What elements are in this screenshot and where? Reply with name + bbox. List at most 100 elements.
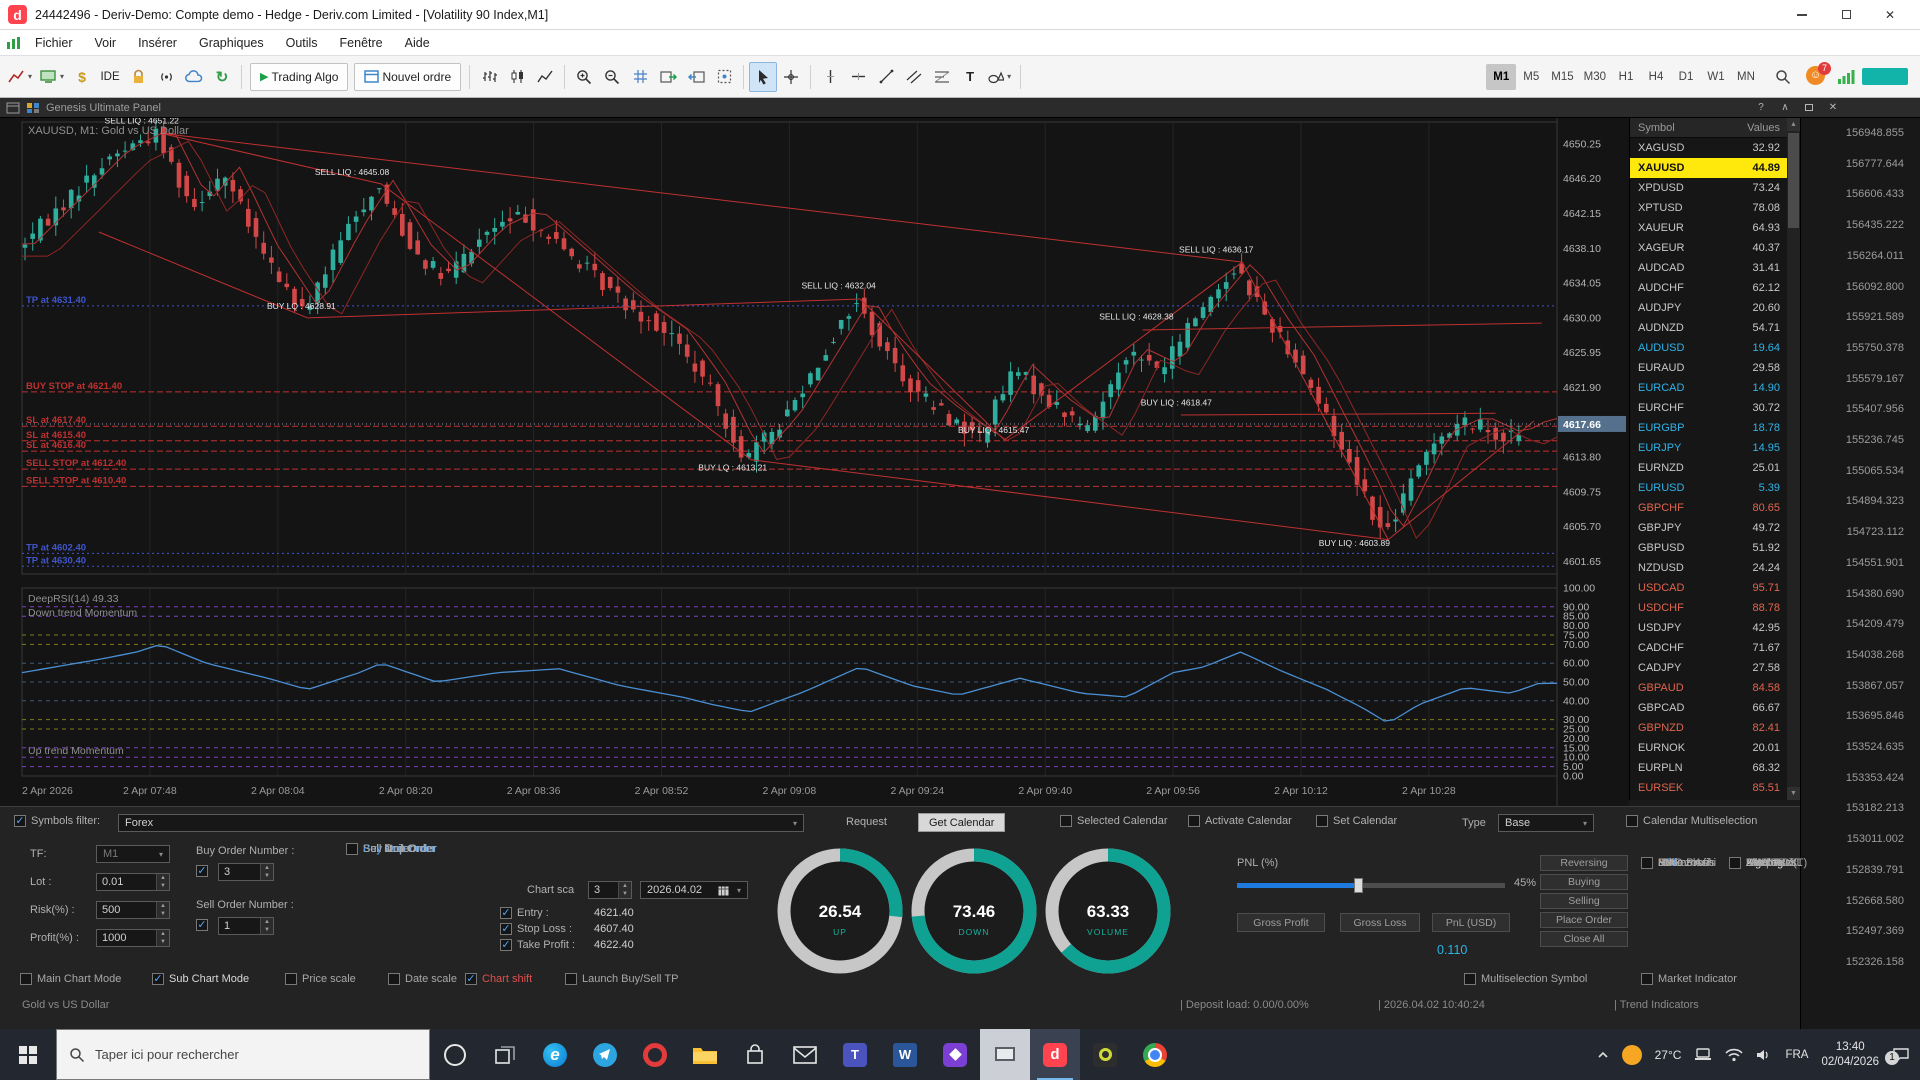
profiles-button[interactable]: ▾ [36, 62, 68, 92]
timeframe-button-W1[interactable]: W1 [1701, 64, 1731, 90]
taskbar-app-snip-tool-icon[interactable] [980, 1029, 1030, 1080]
weather-icon[interactable] [1622, 1045, 1642, 1065]
get-calendar-button[interactable]: Get Calendar [918, 813, 1005, 832]
gross-loss-button[interactable]: Gross Loss [1340, 913, 1420, 932]
mode-check-main-chart-mode[interactable]: ✓Main Chart Mode [20, 973, 121, 985]
menu-item-aide[interactable]: Aide [394, 32, 441, 54]
taskbar-app-opera-icon[interactable] [630, 1029, 680, 1080]
action-button-close-all[interactable]: Close All [1540, 931, 1628, 947]
mode-check-date-scale[interactable]: ✓Date scale [388, 973, 457, 985]
lot-input[interactable]: 0.01▲▼ [96, 873, 170, 891]
mode-check-price-scale[interactable]: ✓Price scale [285, 973, 356, 985]
symbols-filter-check[interactable]: ✓Symbols filter: [14, 815, 100, 827]
crosshair-tool-button[interactable] [777, 62, 805, 92]
channel-tool-button[interactable] [900, 62, 928, 92]
type-select[interactable]: Base▾ [1498, 814, 1594, 832]
buy-order-number-input[interactable]: 3▲▼ [218, 863, 274, 881]
grid-button[interactable] [626, 62, 654, 92]
trade-field-2[interactable]: ✓Take Profit :4622.40 [500, 939, 634, 951]
watchlist-row-XAGUSD[interactable]: XAGUSD32.92 [1630, 138, 1800, 158]
gross-profit-button[interactable]: Gross Profit [1237, 913, 1325, 932]
wifi-icon[interactable] [1725, 1048, 1743, 1062]
watchlist-row-XPDUSD[interactable]: XPDUSD73.24 [1630, 178, 1800, 198]
algo-lock-icon[interactable] [124, 62, 152, 92]
bars-chart-button[interactable] [475, 62, 503, 92]
laptop-icon[interactable] [1694, 1048, 1712, 1061]
pnl-slider[interactable] [1237, 883, 1505, 888]
timeframe-button-H4[interactable]: H4 [1641, 64, 1671, 90]
sell-order-number-input[interactable]: 1▲▼ [218, 917, 274, 935]
watchlist-row-EURNZD[interactable]: EURNZD25.01 [1630, 458, 1800, 478]
volume-icon[interactable] [1756, 1048, 1772, 1062]
taskbar-app-telegram-icon[interactable] [580, 1029, 630, 1080]
taskbar-app-chrome-icon[interactable] [1130, 1029, 1180, 1080]
auto-scroll-button[interactable] [654, 62, 682, 92]
watchlist-row-AUDCAD[interactable]: AUDCAD31.41 [1630, 258, 1800, 278]
timeframe-button-M1[interactable]: M1 [1486, 64, 1516, 90]
watchlist-row-XAGEUR[interactable]: XAGEUR40.37 [1630, 238, 1800, 258]
trading-algo-button[interactable]: ▶Trading Algo [250, 63, 348, 91]
action-button-selling[interactable]: Selling [1540, 893, 1628, 909]
pnl-usd-button[interactable]: PnL (USD) [1432, 913, 1510, 932]
new-order-button[interactable]: Nouvel ordre [354, 63, 461, 91]
action-button-buying[interactable]: Buying [1540, 874, 1628, 890]
zoom-in-button[interactable] [570, 62, 598, 92]
watchlist-row-GBPAUD[interactable]: GBPAUD84.58 [1630, 678, 1800, 698]
start-button[interactable] [0, 1029, 56, 1080]
timeframe-button-D1[interactable]: D1 [1671, 64, 1701, 90]
search-input[interactable]: Taper ici pour rechercher [56, 1029, 430, 1080]
watchlist-row-EURJPY[interactable]: EURJPY14.95 [1630, 438, 1800, 458]
watchlist-row-GBPUSD[interactable]: GBPUSD51.92 [1630, 538, 1800, 558]
chart-shift-button[interactable] [682, 62, 710, 92]
activate-calendar-check[interactable]: ✓Activate Calendar [1188, 815, 1292, 827]
panel-restore-button[interactable] [1798, 100, 1820, 116]
menu-item-graphiques[interactable]: Graphiques [188, 32, 275, 54]
taskbar-app-edge-icon[interactable]: e [530, 1029, 580, 1080]
calendar-multiselection-check[interactable]: ✓Calendar Multiselection [1626, 815, 1757, 827]
market-watch-button[interactable]: $ [68, 62, 96, 92]
order-type-check-5[interactable]: ✓Sell stop Order [346, 843, 436, 855]
timeframe-button-M15[interactable]: M15 [1546, 64, 1578, 90]
watchlist-row-EURNOK[interactable]: EURNOK20.01 [1630, 738, 1800, 758]
panel-help-button[interactable]: ? [1750, 100, 1772, 116]
taskbar-app-task-view-icon[interactable] [480, 1029, 530, 1080]
temperature[interactable]: 27°C [1655, 1048, 1682, 1062]
action-center-icon[interactable]: 1 [1892, 1047, 1910, 1063]
watchlist-row-GBPCAD[interactable]: GBPCAD66.67 [1630, 698, 1800, 718]
action-button-place-order[interactable]: Place Order [1540, 912, 1628, 928]
mode-check-chart-shift[interactable]: ✓Chart shift [465, 973, 532, 985]
taskbar-app-cortana-icon[interactable] [430, 1029, 480, 1080]
zoom-out-button[interactable] [598, 62, 626, 92]
indicators-dialog-button[interactable] [710, 62, 738, 92]
taskbar-app-mail-icon[interactable] [780, 1029, 830, 1080]
watchlist-row-EURCAD[interactable]: EURCAD14.90 [1630, 378, 1800, 398]
watchlist-row-XPTUSD[interactable]: XPTUSD78.08 [1630, 198, 1800, 218]
watchlist-row-AUDNZD[interactable]: AUDNZD54.71 [1630, 318, 1800, 338]
watchlist-row-USDJPY[interactable]: USDJPY42.95 [1630, 618, 1800, 638]
timeframe-button-M5[interactable]: M5 [1516, 64, 1546, 90]
hline-tool-button[interactable] [844, 62, 872, 92]
trade-field-0[interactable]: ✓Entry :4621.40 [500, 907, 634, 919]
watchlist-row-EURCHF[interactable]: EURCHF30.72 [1630, 398, 1800, 418]
fibonacci-tool-button[interactable] [928, 62, 956, 92]
indicator-check-snr[interactable]: ✓SNR [1729, 857, 1769, 869]
watchlist-row-CADCHF[interactable]: CADCHF71.67 [1630, 638, 1800, 658]
watchlist-row-EURGBP[interactable]: EURGBP18.78 [1630, 418, 1800, 438]
timeframe-button-H1[interactable]: H1 [1611, 64, 1641, 90]
tf-select[interactable]: M1▾ [96, 845, 170, 863]
taskbar-app-teams-icon[interactable]: T [830, 1029, 880, 1080]
risk-input[interactable]: 500▲▼ [96, 901, 170, 919]
misc-check-market-indicator[interactable]: ✓Market Indicator [1641, 973, 1737, 985]
shapes-tool-button[interactable]: ▾ [984, 62, 1015, 92]
scroll-thumb[interactable] [1788, 133, 1799, 228]
menu-item-voir[interactable]: Voir [84, 32, 128, 54]
line-chart-button[interactable] [531, 62, 559, 92]
text-tool-button[interactable]: T [956, 62, 984, 92]
selected-calendar-check[interactable]: ✓Selected Calendar [1060, 815, 1168, 827]
panel-minimize-button[interactable]: ∧ [1774, 100, 1796, 116]
timeframe-button-MN[interactable]: MN [1731, 64, 1761, 90]
cloud-icon[interactable] [180, 62, 208, 92]
profit-input[interactable]: 1000▲▼ [96, 929, 170, 947]
watchlist-row-AUDJPY[interactable]: AUDJPY20.60 [1630, 298, 1800, 318]
panel-close-button[interactable]: ✕ [1822, 100, 1844, 116]
